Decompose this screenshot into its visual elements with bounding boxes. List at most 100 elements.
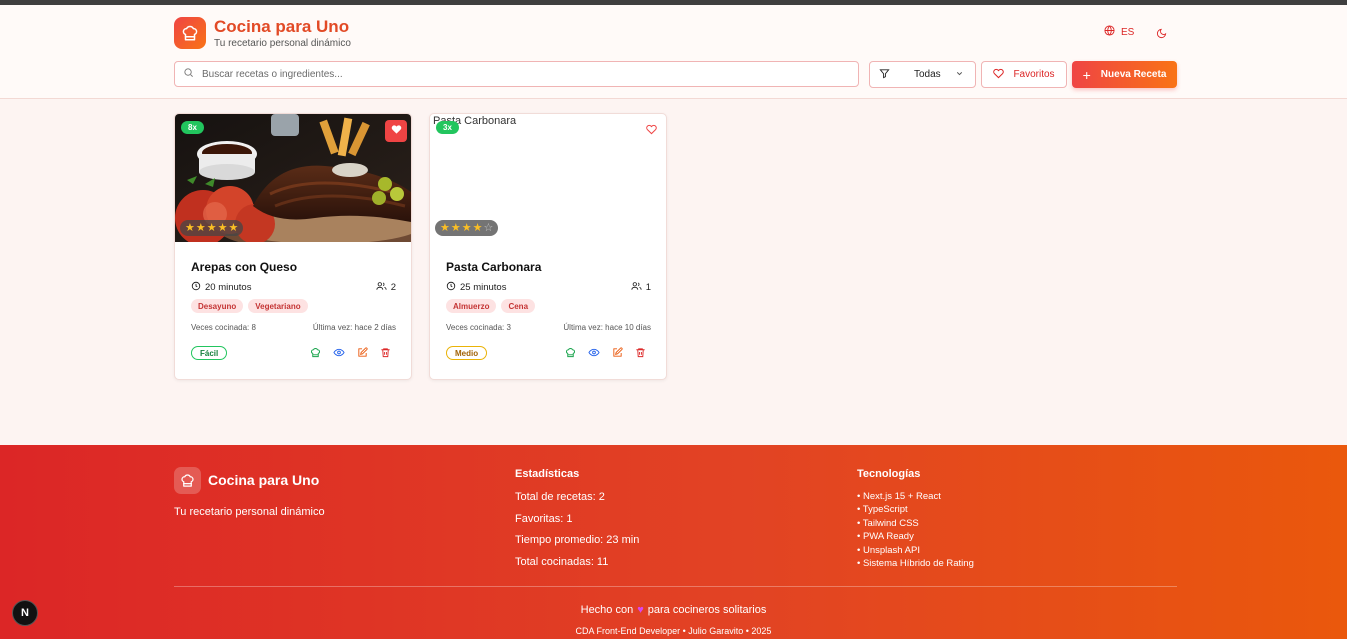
- plus-icon: +: [1082, 66, 1091, 83]
- globe-icon: [1104, 25, 1115, 39]
- heart-icon: [993, 68, 1005, 82]
- heart-icon: [391, 122, 402, 140]
- favorite-toggle[interactable]: [385, 120, 407, 142]
- tag: Cena: [501, 299, 536, 313]
- moon-icon[interactable]: [1156, 26, 1167, 44]
- star-empty-icon[interactable]: ☆: [484, 222, 494, 234]
- language-switcher[interactable]: ES: [1104, 25, 1134, 39]
- tag: Desayuno: [191, 299, 244, 313]
- tag: Vegetariano: [248, 299, 308, 313]
- users-icon: [631, 281, 642, 294]
- prep-time: 25 minutos: [446, 281, 506, 294]
- footer-tagline: Tu recetario personal dinámico: [174, 506, 325, 518]
- tech-item: • Next.js 15 + React: [857, 491, 941, 502]
- search-input[interactable]: [202, 68, 842, 80]
- star-icon[interactable]: ★: [185, 222, 195, 234]
- users-icon: [376, 281, 387, 294]
- tech-item: • PWA Ready: [857, 531, 914, 543]
- tech-item: • Tailwind CSS: [857, 517, 919, 529]
- made-with-text: Hecho con ♥ para cocineros solitarios: [0, 604, 1347, 616]
- search-box[interactable]: [174, 61, 859, 87]
- recipe-image[interactable]: Pasta Carbonara 3x ★ ★ ★ ★ ☆: [430, 114, 666, 242]
- filter-value: Todas: [914, 69, 941, 80]
- tech-heading: Tecnologías: [857, 468, 921, 480]
- trash-icon[interactable]: [380, 347, 391, 358]
- star-rating[interactable]: ★ ★ ★ ★ ☆: [435, 220, 499, 236]
- star-icon[interactable]: ★: [207, 222, 217, 234]
- times-cooked-badge: 8x: [181, 121, 204, 134]
- made-prefix: Hecho con: [580, 604, 634, 616]
- chef-hat-icon[interactable]: [310, 347, 321, 358]
- star-icon[interactable]: ★: [229, 222, 239, 234]
- prep-time-text: 20 minutos: [205, 282, 252, 293]
- edit-icon[interactable]: [357, 347, 368, 358]
- servings-text: 1: [645, 282, 651, 293]
- new-recipe-label: Nueva Receta: [1100, 69, 1167, 80]
- servings-text: 2: [390, 282, 396, 293]
- star-icon[interactable]: ★: [462, 222, 472, 234]
- stat-item: Tiempo promedio: 23 min: [515, 534, 640, 546]
- chef-hat-icon: [174, 467, 201, 494]
- clock-icon: [446, 281, 456, 294]
- tech-item: • TypeScript: [857, 504, 908, 516]
- eye-icon[interactable]: [588, 347, 600, 358]
- footer-brand: Cocina para Uno: [208, 472, 320, 488]
- recipe-title[interactable]: Pasta Carbonara: [446, 260, 541, 274]
- chef-hat-icon[interactable]: [565, 347, 576, 358]
- card-actions: [565, 347, 646, 358]
- category-filter-select[interactable]: Todas: [869, 61, 976, 88]
- edit-icon[interactable]: [612, 347, 623, 358]
- search-icon: [183, 65, 194, 83]
- recipe-image[interactable]: 8x ★ ★ ★ ★ ★: [175, 114, 411, 242]
- card-actions: [310, 347, 391, 358]
- stat-item: Favoritas: 1: [515, 512, 573, 525]
- app-subtitle: Tu recetario personal dinámico: [214, 38, 351, 49]
- difficulty-badge: Fácil: [191, 346, 228, 360]
- servings: 2: [376, 281, 396, 294]
- language-label: ES: [1121, 26, 1135, 38]
- app-header: Cocina para Uno Tu recetario personal di…: [0, 5, 1347, 99]
- favorites-label: Favoritos: [1013, 69, 1055, 80]
- prep-time: 20 minutos: [191, 281, 251, 294]
- tag-list: Desayuno Vegetariano: [191, 299, 308, 313]
- tag-list: Almuerzo Cena: [446, 299, 536, 313]
- star-icon[interactable]: ★: [440, 222, 450, 234]
- star-icon[interactable]: ★: [196, 222, 206, 234]
- made-suffix: para cocineros solitarios: [647, 604, 767, 616]
- times-cooked-text: Veces cocinada: 8: [191, 323, 256, 332]
- stats-heading: Estadísticas: [515, 468, 580, 480]
- star-icon[interactable]: ★: [473, 222, 483, 234]
- filter-icon: [879, 68, 890, 82]
- times-cooked-text: Veces cocinada: 3: [446, 323, 511, 332]
- star-rating[interactable]: ★ ★ ★ ★ ★: [180, 220, 244, 236]
- heart-icon: ♥: [637, 604, 644, 616]
- prep-time-text: 25 minutos: [460, 282, 507, 293]
- site-footer: Cocina para Uno Tu recetario personal di…: [0, 445, 1347, 639]
- servings: 1: [631, 281, 651, 294]
- favorites-button[interactable]: Favoritos: [981, 61, 1067, 88]
- recipe-card[interactable]: 8x ★ ★ ★ ★ ★ Arepas con Queso 20 minutos 2 D…: [174, 113, 412, 380]
- star-icon[interactable]: ★: [218, 222, 228, 234]
- trash-icon[interactable]: [635, 347, 646, 358]
- new-recipe-button[interactable]: + Nueva Receta: [1072, 61, 1177, 88]
- heart-icon: [645, 122, 657, 140]
- recipe-title[interactable]: Arepas con Queso: [191, 260, 297, 274]
- recipe-card[interactable]: Pasta Carbonara 3x ★ ★ ★ ★ ☆ Pasta Carbonara…: [429, 113, 667, 380]
- last-cooked-text: Última vez: hace 2 días: [312, 323, 396, 332]
- eye-icon[interactable]: [333, 347, 345, 358]
- stat-item: Total cocinadas: 11: [515, 555, 609, 568]
- stats-list: Total de recetas: 2 Favoritas: 1 Tiempo …: [515, 491, 639, 577]
- star-icon[interactable]: ★: [451, 222, 461, 234]
- favorite-toggle[interactable]: [640, 120, 662, 142]
- tech-item: • Sistema Híbrido de Rating: [857, 557, 974, 569]
- dev-tools-badge[interactable]: N: [12, 600, 38, 626]
- chevron-down-icon: [955, 69, 964, 81]
- tech-item: • Unsplash API: [857, 544, 920, 556]
- chef-hat-icon[interactable]: [174, 17, 206, 49]
- last-cooked-text: Última vez: hace 10 días: [563, 323, 651, 332]
- tag: Almuerzo: [446, 299, 497, 313]
- stat-item: Total de recetas: 2: [515, 491, 605, 503]
- footer-credit: CDA Front-End Developer • Julio Garavito…: [575, 626, 772, 636]
- difficulty-badge: Medio: [446, 346, 488, 360]
- app-title: Cocina para Uno: [214, 17, 350, 36]
